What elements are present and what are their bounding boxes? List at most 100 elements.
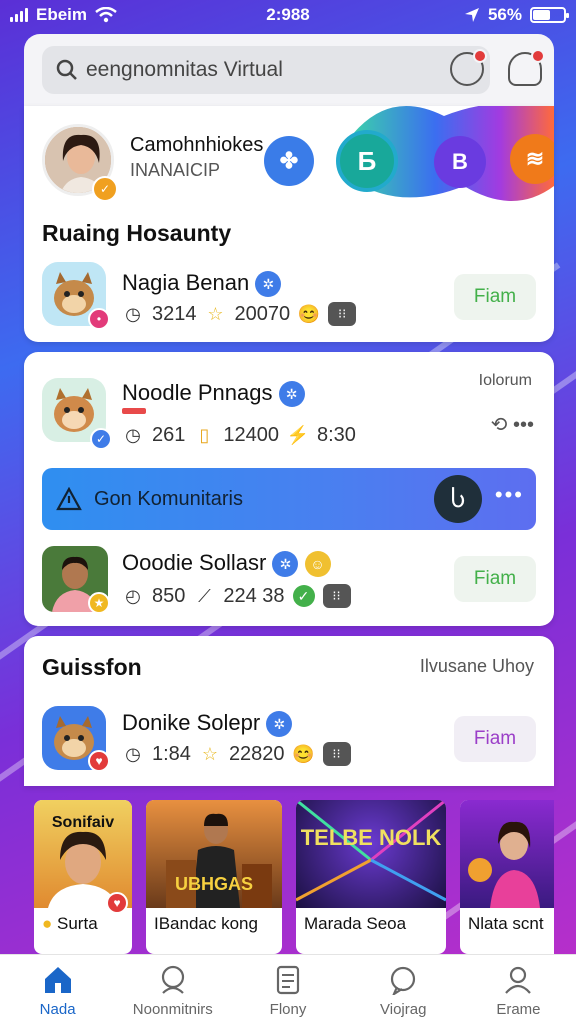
- clock-icon: ◷: [125, 303, 141, 324]
- suggestion-card: Guissfon Ilvusane Uhoy ♥ Donike Solepr ✲…: [24, 636, 554, 786]
- user-stats: ◴ 850 ⟋ 224 38 ✓ ⁝⁝: [122, 584, 351, 608]
- media-tile[interactable]: Nlata scnt: [460, 800, 554, 954]
- emoji-icon: 😊: [292, 743, 315, 764]
- bolt-icon: ⚡: [286, 425, 310, 445]
- emoji-icon: 😊: [297, 303, 321, 324]
- green-check-icon: ✓: [292, 585, 315, 607]
- media-caption: Nlata scnt: [468, 914, 544, 933]
- coin-icon: ●: [42, 914, 53, 933]
- media-overlay-text: UBHGAS: [174, 874, 253, 894]
- cta-label: Gon Komunitaris: [94, 487, 243, 510]
- media-thumbnail: TELBE NOLK: [296, 800, 446, 908]
- chat-chip-icon: ⁝⁝: [328, 302, 357, 326]
- community-name: Donike Solepr ✲: [122, 710, 293, 738]
- star-icon: ☆: [207, 303, 224, 324]
- join-button[interactable]: Fiam: [454, 716, 536, 762]
- profile-button[interactable]: [508, 49, 545, 86]
- heart-badge-icon: ♥: [88, 750, 110, 772]
- community-list-card: Iolorum ⟲ ••• ✓ Noodle Pnnags ✲ ◷ 261 ▯ 12…: [24, 352, 554, 626]
- media-tile[interactable]: Sonifaiv ♥ ● Surta: [34, 800, 132, 954]
- verified-icon: ✲: [278, 381, 305, 408]
- chat-icon: [391, 966, 416, 995]
- share-icon[interactable]: ✤: [264, 136, 314, 186]
- document-icon: [276, 965, 300, 995]
- verified-icon: ✲: [255, 271, 282, 298]
- bottom-navigation: Nada Noonmitnirs Flony Viojrag Erame: [0, 954, 576, 1024]
- profile-icon: [505, 966, 532, 994]
- see-all-link[interactable]: Ilvusane Uhoy: [420, 656, 534, 677]
- nav-item-home[interactable]: Nada: [0, 955, 115, 1024]
- heart-badge-icon: ♥: [106, 892, 128, 914]
- nav-label: Nada: [39, 1001, 76, 1018]
- nav-label: Viojrag: [380, 1001, 427, 1018]
- verified-badge-icon: ✓: [90, 428, 112, 450]
- search-value: eengnomnitas Virtual: [86, 58, 283, 81]
- community-action-icon[interactable]: Ⴑ: [434, 475, 482, 523]
- location-arrow-icon: [464, 8, 479, 22]
- nav-item-chat[interactable]: Viojrag: [346, 955, 461, 1024]
- warning-icon: [56, 487, 82, 511]
- join-button[interactable]: Fiam: [454, 556, 536, 602]
- nav-label: Flony: [269, 1001, 307, 1018]
- verified-icon: ✲: [266, 711, 293, 738]
- app-circle-icon[interactable]: Б: [336, 130, 398, 192]
- bookmark-icon: ▯: [199, 425, 210, 445]
- clock-icon: ◷: [125, 743, 141, 764]
- media-thumbnail: UBHGAS: [146, 800, 282, 908]
- app-circle-icon[interactable]: В: [434, 136, 486, 188]
- status-badge: •: [88, 308, 110, 330]
- community-icon: [161, 965, 184, 994]
- section-title: Ruaing Hosaunty: [42, 220, 232, 246]
- search-icon: [56, 59, 77, 80]
- section-title: Guissfon: [42, 654, 142, 680]
- media-overlay-text: TELBE NOLK: [300, 825, 442, 850]
- featured-card: ✓ Camohnhiokes INANAICIP ✤ Б В ≋ Ruaing …: [24, 106, 554, 342]
- media-thumbnail: [460, 800, 554, 908]
- notifications-button[interactable]: [450, 49, 487, 86]
- community-stats: ◷ 1:84 ☆ 22820 😊 ⁝⁝: [122, 742, 351, 766]
- community-stats: ◷ 261 ▯ 12400 ⚡ 8:30: [122, 424, 356, 447]
- featured-user-subtitle: INANAICIP: [130, 160, 221, 180]
- nav-label: Erame: [496, 1001, 541, 1018]
- clock-icon: ◴: [125, 585, 141, 606]
- tag-strip: [122, 408, 146, 414]
- gold-badge-icon: ☺: [304, 551, 331, 578]
- media-tile[interactable]: TELBE NOLK Marada Seoa: [296, 800, 446, 954]
- verified-icon: ✲: [272, 551, 299, 578]
- media-tile[interactable]: UBHGAS IBandac kong: [146, 800, 282, 954]
- burger-icon[interactable]: ≋: [510, 134, 554, 184]
- corner-label: Iolorum: [478, 372, 532, 389]
- send-icon: ⟋: [198, 585, 211, 606]
- battery-icon: [530, 7, 569, 23]
- star-badge-icon: ★: [88, 592, 110, 614]
- battery-percent: 56%: [487, 5, 522, 24]
- search-input[interactable]: eengnomnitas Virtual: [42, 46, 490, 94]
- star-icon: ☆: [201, 743, 218, 764]
- more-dots-icon[interactable]: •••: [495, 482, 524, 508]
- notification-dot: [531, 49, 545, 63]
- nav-label: Noonmitnirs: [132, 1001, 213, 1018]
- check-badge-icon: ✓: [92, 176, 118, 202]
- featured-user-name: Camohnhiokes: [130, 134, 264, 156]
- chat-chip-icon: ⁝⁝: [322, 584, 351, 608]
- nav-item-community[interactable]: Noonmitnirs: [115, 955, 230, 1024]
- user-name: Ooodie Sollasr ✲ ☺: [122, 550, 331, 578]
- media-thumbnail: Sonifaiv ♥: [34, 800, 132, 914]
- notification-dot: [473, 49, 487, 63]
- media-overlay-text: Sonifaiv: [51, 814, 115, 831]
- community-name: Noodle Pnnags ✲: [122, 380, 305, 408]
- community-stats: ◷ 3214 ☆ 20070 😊 ⁝⁝: [122, 302, 357, 326]
- home-icon: [44, 967, 71, 993]
- join-button[interactable]: Fiam: [454, 274, 536, 320]
- status-bar: Ebeim 2:988 56%: [0, 0, 576, 30]
- chat-chip-icon: ⁝⁝: [322, 742, 351, 766]
- nav-item-feed[interactable]: Flony: [230, 955, 345, 1024]
- more-options-icon[interactable]: ⟲ •••: [491, 412, 534, 437]
- media-caption: Marada Seoa: [304, 914, 407, 933]
- header-bar: eengnomnitas Virtual: [24, 34, 554, 106]
- community-name: Nagia Benan ✲: [122, 270, 282, 298]
- clock-icon: ◷: [125, 425, 141, 445]
- community-cta-banner[interactable]: Gon Komunitaris Ⴑ •••: [42, 468, 536, 530]
- nav-item-profile[interactable]: Erame: [461, 955, 576, 1024]
- media-caption: IBandac kong: [154, 914, 258, 933]
